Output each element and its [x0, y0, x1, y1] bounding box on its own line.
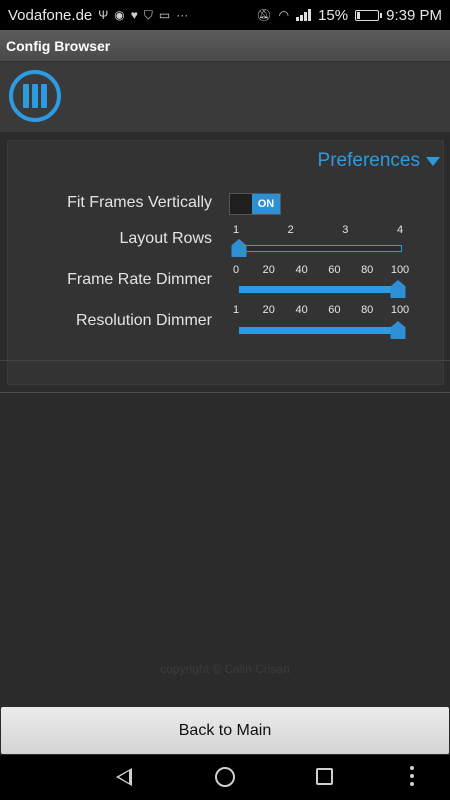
tick-label: 4 [396, 224, 404, 236]
tick-label: 2 [287, 224, 294, 236]
frame-rate-dimmer-label: Frame Rate Dimmer [67, 271, 212, 288]
shield-icon: ⛉ [143, 7, 153, 22]
tick-label: 80 [361, 264, 374, 276]
slider-fill [240, 328, 401, 333]
resolution-dimmer-ticks: 1 20 40 60 80 100 [232, 304, 409, 318]
overflow-menu-icon[interactable] [410, 766, 414, 786]
recent-apps-icon[interactable] [316, 768, 333, 785]
back-icon[interactable] [116, 768, 132, 786]
fit-frames-vertically-label: Fit Frames Vertically [67, 194, 212, 211]
dropdown-triangle-icon [426, 156, 440, 166]
more-notifications-icon: ··· [176, 8, 189, 22]
circle-notification-icon: ◉ [114, 8, 125, 22]
carrier-name: Vodafone.de [8, 6, 93, 24]
resolution-dimmer-track[interactable] [239, 327, 402, 334]
battery-icon [355, 9, 383, 21]
status-bar: Vodafone.de Ψ ◉ ♥ ⛉ ▭ ··· 🔕︎ ◠ 15% 9:39 … [0, 0, 450, 30]
preferences-header[interactable]: Preferences [318, 150, 440, 172]
battery-percent: 15% [318, 6, 349, 24]
layout-rows-ticks: 1 2 3 4 [232, 224, 404, 238]
copyright-text: copyright © Calin Crisan [160, 662, 290, 676]
toggle-state: ON [252, 194, 280, 214]
tick-label: 60 [328, 304, 341, 316]
frame-rate-dimmer-ticks: 0 20 40 60 80 100 [232, 264, 409, 278]
navigation-bar [0, 755, 450, 800]
clock: 9:39 PM [386, 6, 442, 24]
wifi-icon: ◠ [278, 8, 290, 22]
header [0, 62, 450, 132]
usb-icon: Ψ [98, 8, 109, 22]
frame-rate-dimmer-track[interactable] [239, 286, 402, 293]
tick-label: 60 [328, 264, 341, 276]
pause-logo-icon[interactable] [9, 70, 61, 122]
home-icon[interactable] [215, 767, 235, 787]
tick-label: 1 [232, 224, 240, 236]
preferences-panel [7, 140, 444, 385]
tick-label: 3 [342, 224, 349, 236]
tick-label: 40 [295, 304, 308, 316]
layout-rows-track[interactable] [239, 245, 402, 252]
slider-fill [240, 287, 401, 292]
signal-icon [296, 9, 312, 21]
panel-divider [0, 360, 450, 361]
tick-label: 100 [390, 264, 410, 276]
tick-label: 1 [232, 304, 240, 316]
back-to-main-button[interactable]: Back to Main [1, 707, 449, 754]
tick-label: 80 [361, 304, 374, 316]
tick-label: 40 [295, 264, 308, 276]
mute-icon: 🔕︎ [256, 8, 272, 22]
tick-label: 0 [232, 264, 240, 276]
preferences-title: Preferences [317, 150, 420, 171]
resolution-dimmer-label: Resolution Dimmer [75, 312, 212, 329]
app-title-bar: Config Browser [0, 30, 450, 62]
sim-card-icon: ▭ [158, 8, 171, 22]
heart-rate-icon: ♥ [130, 8, 138, 22]
tick-label: 20 [262, 264, 275, 276]
app-title: Config Browser [6, 37, 111, 54]
tick-label: 100 [390, 304, 410, 316]
tick-label: 20 [262, 304, 275, 316]
section-divider [0, 392, 450, 393]
layout-rows-label: Layout Rows [119, 230, 213, 247]
fit-frames-vertically-toggle[interactable]: ON [229, 193, 281, 215]
